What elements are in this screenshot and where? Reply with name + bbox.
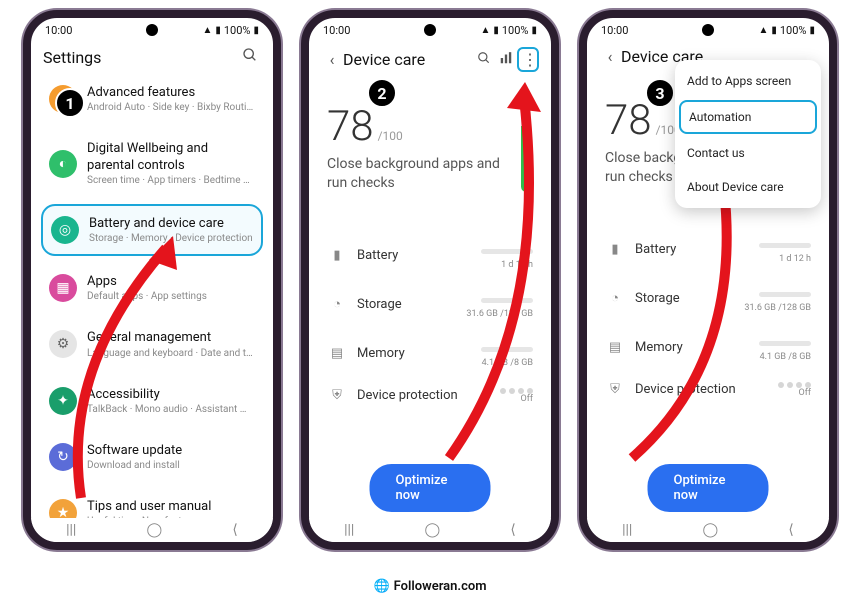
memory-icon: ▤ bbox=[605, 340, 625, 355]
phone-screen-1: 10:00 ▲ ▮ 100% ▮ Settings 1 ⬮ Advanced f… bbox=[23, 10, 281, 550]
step-badge: 1 bbox=[55, 88, 85, 118]
settings-row-battery-device-care[interactable]: ◎ Battery and device careStorage · Memor… bbox=[41, 204, 263, 256]
general-icon: ⚙ bbox=[49, 330, 77, 358]
stat-memory[interactable]: ▤ Memory 4.1 GB /8 GB bbox=[597, 323, 819, 372]
update-icon: ↻ bbox=[49, 443, 77, 471]
nav-recent-icon[interactable]: ||| bbox=[622, 522, 632, 538]
menu-add-to-apps[interactable]: Add to Apps screen bbox=[675, 64, 821, 98]
score-value: 78 bbox=[605, 96, 652, 145]
more-options-icon[interactable]: ⋮ bbox=[517, 47, 539, 72]
nav-back-icon[interactable]: ⟨ bbox=[510, 522, 515, 538]
device-score: 78 /100 Close background apps and run ch… bbox=[319, 80, 541, 201]
stat-device-protection[interactable]: ⛨ Device protection Off bbox=[319, 378, 541, 414]
globe-icon: 🌐 bbox=[373, 579, 389, 594]
nav-bar: ||| ◯ ⟨ bbox=[309, 518, 551, 542]
status-time: 10:00 bbox=[601, 24, 628, 37]
chart-icon[interactable] bbox=[495, 50, 517, 69]
battery-icon: ▮ bbox=[327, 248, 347, 263]
nav-recent-icon[interactable]: ||| bbox=[344, 522, 354, 538]
settings-row-general-management[interactable]: ⚙ General managementLanguage and keyboar… bbox=[41, 320, 263, 368]
search-icon[interactable] bbox=[239, 47, 261, 67]
stat-battery[interactable]: ▮ Battery 1 d 12 h bbox=[597, 225, 819, 274]
settings-row-digital-wellbeing[interactable]: ◐ Digital Wellbeing and parental control… bbox=[41, 131, 263, 196]
accessibility-icon: ✦ bbox=[49, 387, 77, 415]
menu-contact-us[interactable]: Contact us bbox=[675, 136, 821, 170]
settings-row-software-update[interactable]: ↻ Software updateDownload and install bbox=[41, 433, 263, 481]
step-badge: 2 bbox=[367, 78, 397, 108]
memory-icon: ▤ bbox=[327, 346, 347, 361]
nav-bar: ||| ◯ ⟨ bbox=[587, 518, 829, 542]
device-care-icon: ◎ bbox=[51, 216, 79, 244]
step-badge: 3 bbox=[645, 78, 675, 108]
battery-icon: ▮ bbox=[531, 26, 537, 36]
camera-notch bbox=[424, 24, 436, 36]
page-title: Device care bbox=[343, 50, 473, 69]
score-denominator: /100 bbox=[378, 129, 403, 143]
apps-icon: ▦ bbox=[49, 274, 77, 302]
battery-icon: ▮ bbox=[253, 26, 259, 36]
device-care-header: ‹ Device care ⋮ bbox=[309, 39, 551, 80]
wellbeing-icon: ◐ bbox=[49, 150, 77, 178]
settings-row-about-phone[interactable]: ⓘ About phoneStatus · Legal information … bbox=[41, 545, 263, 550]
stat-memory[interactable]: ▤ Memory 4.1 GB /8 GB bbox=[319, 329, 541, 378]
signal-icon: ▮ bbox=[771, 26, 777, 36]
nav-back-icon[interactable]: ⟨ bbox=[788, 522, 793, 538]
storage-icon: ◔ bbox=[605, 290, 625, 306]
wifi-icon: ▲ bbox=[480, 26, 490, 36]
wifi-icon: ▲ bbox=[202, 26, 212, 36]
back-icon[interactable]: ‹ bbox=[599, 47, 621, 66]
back-icon[interactable]: ‹ bbox=[321, 50, 343, 69]
score-message: Close background apps and run checks bbox=[327, 155, 521, 193]
stat-device-protection[interactable]: ⛨ Device protection Off bbox=[597, 372, 819, 408]
menu-automation[interactable]: Automation bbox=[679, 100, 817, 134]
settings-row-apps[interactable]: ▦ AppsDefault apps · App settings bbox=[41, 264, 263, 312]
status-time: 10:00 bbox=[323, 24, 350, 37]
optimize-now-button[interactable]: Optimize now bbox=[370, 464, 491, 512]
phone-screen-2: 10:00 ▲ ▮ 100% ▮ ‹ Device care ⋮ 2 78 bbox=[301, 10, 559, 550]
camera-notch bbox=[702, 24, 714, 36]
stat-battery[interactable]: ▮ Battery 1 d 12 h bbox=[319, 231, 541, 280]
score-value: 78 bbox=[327, 102, 374, 151]
search-icon[interactable] bbox=[473, 50, 495, 69]
status-time: 10:00 bbox=[45, 24, 72, 37]
battery-text: 100% bbox=[780, 24, 807, 37]
stat-storage[interactable]: ◔ Storage 31.6 GB /128 GB bbox=[319, 280, 541, 329]
nav-home-icon[interactable]: ◯ bbox=[147, 522, 163, 538]
signal-icon: ▮ bbox=[215, 26, 221, 36]
nav-home-icon[interactable]: ◯ bbox=[703, 522, 719, 538]
footer-credit: 🌐Followeran.com bbox=[0, 579, 860, 594]
menu-about-device-care[interactable]: About Device care bbox=[675, 170, 821, 204]
battery-text: 100% bbox=[224, 24, 251, 37]
stat-storage[interactable]: ◔ Storage 31.6 GB /128 GB bbox=[597, 274, 819, 323]
storage-icon: ◔ bbox=[327, 296, 347, 312]
battery-text: 100% bbox=[502, 24, 529, 37]
nav-back-icon[interactable]: ⟨ bbox=[232, 522, 237, 538]
shield-icon: ⛨ bbox=[605, 382, 625, 397]
battery-icon: ▮ bbox=[809, 26, 815, 36]
nav-recent-icon[interactable]: ||| bbox=[66, 522, 76, 538]
wifi-icon: ▲ bbox=[758, 26, 768, 36]
phone-screen-3: 10:00 ▲ ▮ 100% ▮ ‹ Device care 3 Add to … bbox=[579, 10, 837, 550]
shield-icon: ⛨ bbox=[327, 388, 347, 403]
score-bar bbox=[521, 108, 531, 192]
more-options-menu: Add to Apps screen Automation Contact us… bbox=[675, 60, 821, 208]
battery-icon: ▮ bbox=[605, 242, 625, 257]
optimize-now-button[interactable]: Optimize now bbox=[648, 464, 769, 512]
camera-notch bbox=[146, 24, 158, 36]
nav-bar: ||| ◯ ⟨ bbox=[31, 518, 273, 542]
nav-home-icon[interactable]: ◯ bbox=[425, 522, 441, 538]
settings-row-accessibility[interactable]: ✦ AccessibilityTalkBack · Mono audio · A… bbox=[41, 377, 263, 425]
settings-header: Settings bbox=[31, 39, 273, 75]
page-title: Settings bbox=[43, 48, 239, 67]
signal-icon: ▮ bbox=[493, 26, 499, 36]
